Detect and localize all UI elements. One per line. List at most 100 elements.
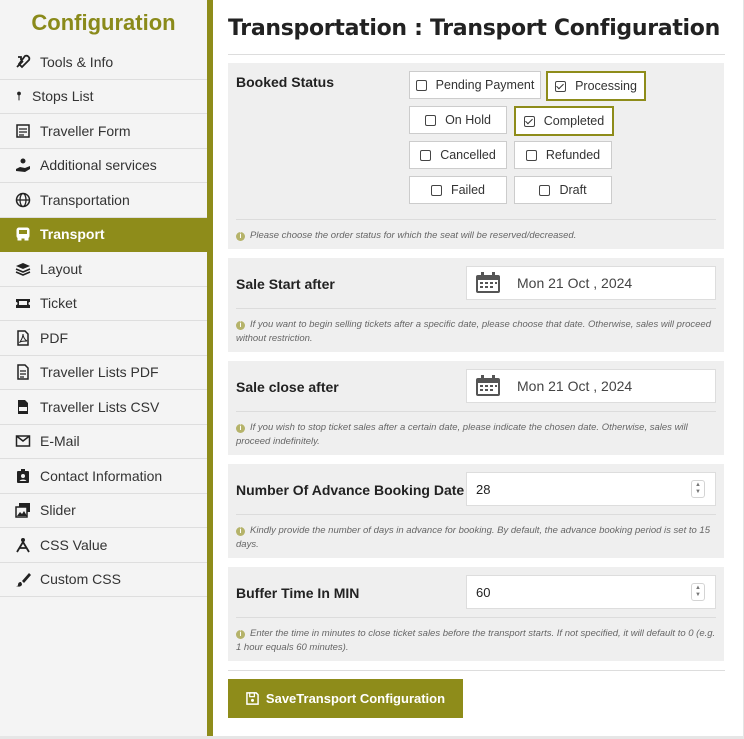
status-draft-checkbox[interactable]: Draft bbox=[514, 176, 612, 204]
sale-close-date-input[interactable]: Mon 21 Oct , 2024 bbox=[466, 369, 716, 403]
sidebar-title: Configuration bbox=[31, 9, 176, 35]
hint-text: If you want to begin selling tickets aft… bbox=[236, 319, 712, 344]
checkbox-icon bbox=[430, 184, 442, 196]
sidebar-item-transport[interactable]: Transport bbox=[0, 217, 207, 252]
save-transport-configuration-button[interactable]: SaveTransport Configuration bbox=[228, 679, 463, 718]
chevron-down-icon: ▼ bbox=[695, 592, 701, 598]
sale-start-label: Sale Start after bbox=[236, 276, 335, 292]
checkbox-label: Processing bbox=[575, 79, 637, 93]
info-icon: i bbox=[236, 232, 245, 241]
sidebar-item-layout[interactable]: Layout bbox=[0, 252, 207, 287]
sidebar-item-label: Tools & Info bbox=[40, 53, 114, 70]
sidebar-item-ticket[interactable]: Ticket bbox=[0, 286, 207, 321]
sidebar-item-label: CSS Value bbox=[40, 536, 108, 553]
sidebar-item-label: Transport bbox=[40, 226, 105, 243]
sidebar-item-traveller-lists-csv[interactable]: Traveller Lists CSV bbox=[0, 390, 207, 425]
sale-close-label: Sale close after bbox=[236, 379, 339, 395]
sidebar-item-slider[interactable]: Slider bbox=[0, 493, 207, 528]
checkbox-icon bbox=[425, 114, 437, 126]
sidebar-item-traveller-lists-pdf[interactable]: Traveller Lists PDF bbox=[0, 355, 207, 390]
bus-icon bbox=[14, 226, 32, 242]
sidebar-item-traveller-form[interactable]: Traveller Form bbox=[0, 114, 207, 149]
sale-start-date-input[interactable]: Mon 21 Oct , 2024 bbox=[466, 266, 716, 300]
checkbox-label: Completed bbox=[543, 114, 605, 128]
chevron-down-icon: ▼ bbox=[695, 489, 701, 495]
advance-booking-hint: i Kindly provide the number of days in ad… bbox=[236, 524, 716, 552]
status-failed-checkbox[interactable]: Failed bbox=[409, 176, 507, 204]
status-on-hold-checkbox[interactable]: On Hold bbox=[409, 106, 507, 134]
buffer-time-input[interactable]: 60 ▲ ▼ bbox=[466, 575, 716, 609]
sidebar-item-label: Stops List bbox=[32, 88, 94, 105]
status-pending-payment-checkbox[interactable]: Pending Payment bbox=[409, 71, 541, 99]
sidebar-item-stops-list[interactable]: Stops List bbox=[0, 79, 207, 114]
divider bbox=[236, 411, 716, 412]
sidebar-item-custom-css[interactable]: Custom CSS bbox=[0, 562, 207, 597]
page-title: Transportation : Transport Configuration bbox=[228, 16, 720, 41]
sidebar-item-transportation[interactable]: Transportation bbox=[0, 183, 207, 218]
sidebar-item-label: Traveller Lists CSV bbox=[40, 398, 160, 415]
buffer-time-hint: i Enter the time in minutes to close tick… bbox=[236, 627, 716, 655]
sidebar-item-label: Ticket bbox=[40, 295, 77, 312]
status-cancelled-checkbox[interactable]: Cancelled bbox=[409, 141, 507, 169]
advance-booking-value: 28 bbox=[476, 481, 491, 497]
sale-start-hint: i If you want to begin selling tickets af… bbox=[236, 318, 716, 346]
booked-status-panel: Booked Status Pending Payment Processing… bbox=[228, 63, 724, 249]
tools-icon bbox=[14, 54, 32, 70]
save-button-label: SaveTransport Configuration bbox=[265, 691, 446, 706]
sidebar-item-label: Transportation bbox=[40, 191, 130, 208]
status-completed-checkbox[interactable]: Completed bbox=[514, 106, 614, 136]
hint-text: If you wish to stop ticket sales after a… bbox=[236, 422, 688, 447]
divider bbox=[228, 670, 725, 671]
sale-close-hint: i If you wish to stop ticket sales after … bbox=[236, 421, 716, 449]
sidebar: Configuration Tools & Info Stops List Tr… bbox=[0, 0, 208, 739]
sale-start-panel: Sale Start after Mon 21 Oct , 2024 i If y… bbox=[228, 258, 724, 352]
sale-close-panel: Sale close after Mon 21 Oct , 2024 i If y… bbox=[228, 361, 724, 455]
chevron-up-icon: ▲ bbox=[695, 585, 701, 591]
info-icon: i bbox=[236, 321, 245, 330]
hint-text: Enter the time in minutes to close ticke… bbox=[236, 628, 716, 653]
checkbox-label: Failed bbox=[450, 183, 486, 197]
sidebar-item-label: Traveller Lists PDF bbox=[40, 364, 159, 381]
number-stepper[interactable]: ▲ ▼ bbox=[691, 480, 705, 498]
sidebar-item-label: Contact Information bbox=[40, 467, 163, 484]
advance-booking-panel: Number Of Advance Booking Date 28 ▲ ▼ i Ki… bbox=[228, 464, 724, 558]
sidebar-item-email[interactable]: E-Mail bbox=[0, 424, 207, 459]
hint-text: Please choose the order status for which… bbox=[250, 230, 577, 241]
booked-status-hint: i Please choose the order status for whic… bbox=[236, 229, 716, 243]
css-icon bbox=[14, 537, 32, 553]
checkbox-label: Cancelled bbox=[440, 148, 496, 162]
sidebar-item-label: Layout bbox=[40, 260, 83, 277]
sidebar-item-css-value[interactable]: CSS Value bbox=[0, 528, 207, 563]
status-processing-checkbox[interactable]: Processing bbox=[546, 71, 646, 101]
advance-booking-input[interactable]: 28 ▲ ▼ bbox=[466, 472, 716, 506]
layers-icon bbox=[14, 261, 32, 277]
divider bbox=[236, 308, 716, 309]
divider bbox=[228, 54, 725, 55]
sidebar-item-label: Traveller Form bbox=[40, 122, 131, 139]
pin-icon bbox=[14, 88, 24, 104]
checkbox-icon bbox=[525, 149, 537, 161]
hint-text: Kindly provide the number of days in adv… bbox=[236, 525, 710, 550]
checkbox-checked-icon bbox=[555, 80, 567, 92]
sidebar-item-additional-services[interactable]: Additional services bbox=[0, 148, 207, 183]
pdf-icon bbox=[14, 330, 32, 346]
checkbox-icon bbox=[415, 79, 427, 91]
sale-close-date-value: Mon 21 Oct , 2024 bbox=[517, 378, 633, 394]
advance-booking-label: Number Of Advance Booking Date bbox=[236, 482, 465, 498]
chevron-up-icon: ▲ bbox=[695, 482, 701, 488]
main-content: Transportation : Transport Configuration… bbox=[213, 0, 744, 739]
buffer-time-value: 60 bbox=[476, 584, 491, 600]
sidebar-item-tools-info[interactable]: Tools & Info bbox=[0, 45, 207, 80]
sidebar-item-pdf[interactable]: PDF bbox=[0, 321, 207, 356]
status-refunded-checkbox[interactable]: Refunded bbox=[514, 141, 612, 169]
checkbox-label: On Hold bbox=[445, 113, 491, 127]
sidebar-item-contact-information[interactable]: Contact Information bbox=[0, 459, 207, 494]
brush-icon bbox=[14, 571, 32, 587]
number-stepper[interactable]: ▲ ▼ bbox=[691, 583, 705, 601]
sidebar-item-label: Slider bbox=[40, 502, 76, 519]
envelope-icon bbox=[14, 433, 32, 449]
buffer-time-panel: Buffer Time In MIN 60 ▲ ▼ i Enter the time… bbox=[228, 567, 724, 661]
checkbox-icon bbox=[539, 184, 551, 196]
calendar-icon bbox=[476, 375, 500, 396]
buffer-time-label: Buffer Time In MIN bbox=[236, 585, 360, 601]
